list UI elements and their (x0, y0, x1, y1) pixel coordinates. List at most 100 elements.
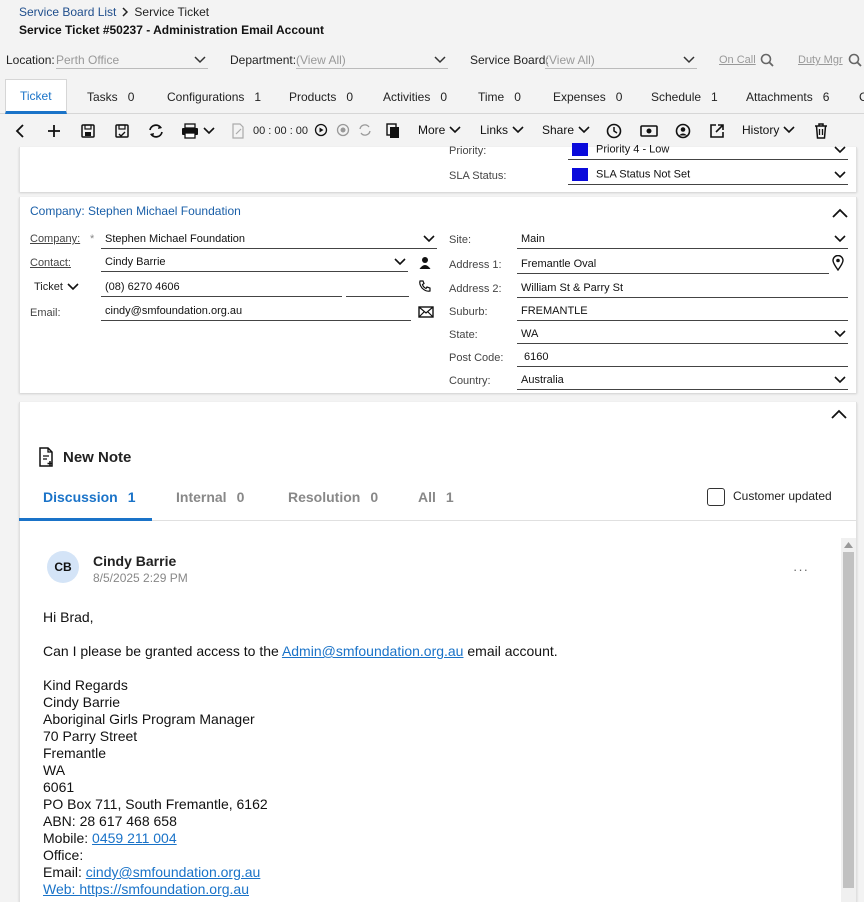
search-icon[interactable] (760, 53, 774, 67)
postcode-label: Post Code: (449, 352, 504, 364)
tab-count: 0 (346, 89, 354, 104)
search-icon[interactable] (848, 53, 862, 67)
play-icon[interactable] (314, 123, 328, 137)
location-select[interactable]: Perth Office (56, 51, 208, 69)
chevron-down-icon (194, 55, 206, 64)
tab-configurations[interactable]: Configurations 1 (167, 79, 261, 114)
company-select[interactable]: Stephen Michael Foundation (101, 229, 437, 249)
suburb-input[interactable]: FREMANTLE (517, 301, 848, 321)
avatar: CB (47, 551, 79, 583)
open-external-icon[interactable] (709, 123, 725, 139)
contact-label[interactable]: Contact: (30, 257, 71, 269)
copy-icon[interactable] (386, 123, 400, 139)
breadcrumb-parent-link[interactable]: Service Board List (19, 5, 116, 19)
department-select[interactable]: (View All) (296, 51, 448, 69)
save-and-close-icon[interactable] (114, 123, 130, 139)
state-select[interactable]: WA (517, 324, 848, 344)
priority-select[interactable]: Priority 4 - Low (568, 140, 848, 160)
tab-all[interactable]: All 1 (418, 489, 454, 505)
timer-note-icon[interactable] (231, 123, 245, 139)
message-signature: Kind Regards Cindy Barrie Aboriginal Gir… (43, 677, 268, 898)
site-select[interactable]: Main (517, 229, 848, 249)
web-link[interactable]: Web: https://smfoundation.org.au (43, 881, 249, 897)
person-icon[interactable] (419, 256, 431, 270)
reset-timer-icon[interactable] (358, 123, 372, 137)
customer-updated-checkbox[interactable] (707, 488, 725, 506)
location-value: Perth Office (56, 52, 120, 67)
collapse-icon[interactable] (832, 208, 848, 218)
tab-label: All (418, 489, 436, 505)
delete-icon[interactable] (814, 123, 828, 139)
tab-label: Internal (176, 489, 227, 505)
scrollbar[interactable] (841, 538, 856, 902)
country-select[interactable]: Australia (517, 370, 848, 390)
add-icon[interactable] (46, 123, 62, 139)
tab-label: Time (478, 89, 505, 104)
tab-activities[interactable]: Activities 0 (383, 79, 447, 114)
more-menu[interactable]: More (418, 123, 461, 137)
breadcrumb: Service Board List Service Ticket (19, 5, 209, 19)
expense-icon[interactable] (640, 123, 658, 139)
postcode-value: 6160 (524, 350, 549, 363)
site-label: Site: (449, 234, 472, 246)
office-label: Office: (43, 847, 84, 863)
tab-resolution[interactable]: Resolution 0 (288, 489, 378, 505)
mobile-link[interactable]: 0459 211 004 (92, 830, 177, 846)
tab-label: Activities (383, 89, 431, 104)
service-board-select[interactable]: (View All) (545, 51, 697, 69)
address2-input[interactable]: William St & Parry St (517, 278, 848, 298)
tab-tasks[interactable]: Tasks 0 (87, 79, 134, 114)
tab-count: 1 (711, 89, 718, 104)
stop-icon[interactable] (336, 123, 350, 137)
tab-overflow[interactable]: C (859, 79, 864, 114)
refresh-icon[interactable] (147, 123, 165, 139)
new-note-button[interactable]: New Note (38, 447, 131, 467)
tab-label: C (859, 89, 864, 104)
tab-expenses[interactable]: Expenses 0 (553, 79, 622, 114)
collapse-icon[interactable] (831, 409, 847, 419)
email-input[interactable]: cindy@smfoundation.org.au (101, 301, 411, 321)
scrollbar-thumb[interactable] (843, 552, 854, 888)
tab-products[interactable]: Products 0 (289, 79, 353, 114)
sla-status-select[interactable]: SLA Status Not Set (568, 165, 848, 185)
more-options-icon[interactable]: ··· (793, 562, 809, 577)
chevron-down-icon (67, 283, 79, 291)
admin-email-link[interactable]: Admin@smfoundation.org.au (282, 643, 464, 659)
duty-mgr-link[interactable]: Duty Mgr (798, 54, 843, 66)
suburb-value: FREMANTLE (521, 304, 588, 317)
back-icon[interactable] (14, 123, 26, 139)
on-call-link[interactable]: On Call (719, 54, 756, 66)
phone-icon[interactable] (418, 279, 432, 293)
share-menu[interactable]: Share (542, 123, 590, 137)
company-label[interactable]: Company: (30, 233, 80, 245)
postcode-input[interactable]: 6160 (517, 347, 848, 367)
contact-select[interactable]: Cindy Barrie (101, 252, 408, 272)
tab-time[interactable]: Time 0 (478, 79, 521, 114)
priority-value: Priority 4 - Low (596, 143, 670, 156)
clock-icon[interactable] (606, 123, 622, 139)
tab-label: Expenses (553, 89, 606, 104)
mobile-label: Mobile: (43, 830, 93, 846)
email-sig-link[interactable]: cindy@smfoundation.org.au (86, 864, 261, 880)
department-label: Department: (230, 53, 297, 67)
save-icon[interactable] (80, 123, 96, 139)
print-menu[interactable] (181, 123, 215, 139)
links-menu[interactable]: Links (480, 123, 524, 137)
address1-input[interactable]: Fremantle Oval (517, 254, 829, 274)
address2-value: William St & Parry St (521, 281, 624, 294)
mail-icon[interactable] (418, 306, 434, 318)
tab-internal[interactable]: Internal 0 (176, 489, 244, 505)
chevron-down-icon (578, 126, 590, 134)
tab-attachments[interactable]: Attachments 6 (746, 79, 829, 114)
scroll-up-icon[interactable] (844, 542, 853, 548)
history-menu[interactable]: History (742, 123, 795, 137)
contact-icon[interactable] (675, 123, 691, 139)
tab-discussion[interactable]: Discussion 1 (43, 489, 136, 505)
phone-type-select[interactable]: Ticket (34, 281, 79, 293)
phone-extension-input[interactable] (346, 277, 409, 297)
tab-ticket[interactable]: Ticket (5, 79, 67, 114)
tab-count: 1 (254, 89, 262, 104)
map-pin-icon[interactable] (832, 255, 844, 271)
tab-schedule[interactable]: Schedule 1 (651, 79, 718, 114)
phone-input[interactable]: (08) 6270 4606 (101, 277, 342, 297)
